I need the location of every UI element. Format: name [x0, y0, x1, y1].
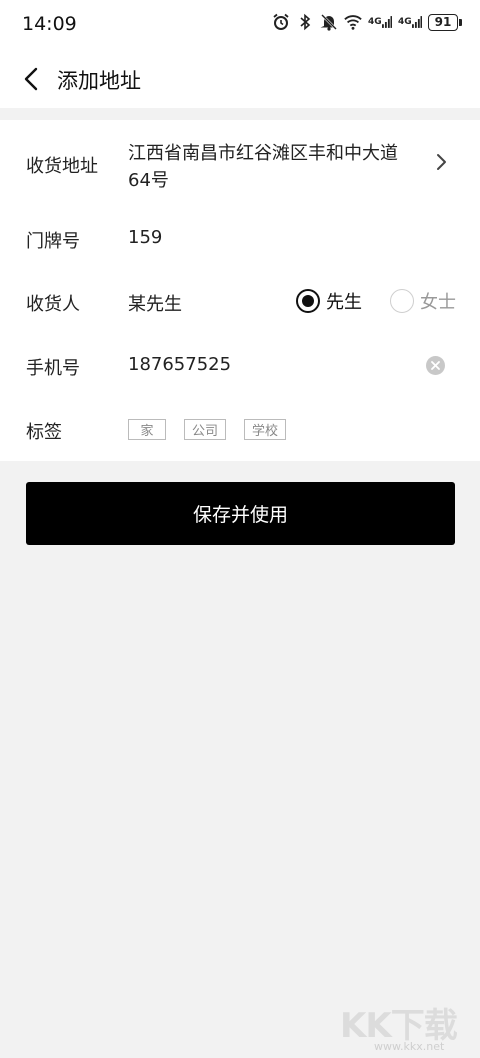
radio-unselected-icon: [390, 289, 414, 313]
status-icons: 4G 4G 91: [272, 13, 462, 31]
signal-label: 4G: [368, 17, 382, 27]
door-number-row: 门牌号 159: [0, 225, 480, 255]
radio-option-ms[interactable]: 女士: [390, 288, 456, 314]
section-divider: [0, 108, 480, 120]
address-label: 收货地址: [26, 156, 98, 177]
recipient-name-field[interactable]: 某先生: [128, 290, 182, 316]
phone-row: 手机号 187657525: [0, 352, 480, 382]
page-title: 添加地址: [57, 69, 141, 93]
radio-selected-icon: [296, 289, 320, 313]
tag-school[interactable]: 学校: [244, 419, 287, 440]
status-bar: 14:09 4G 4G 91: [0, 0, 480, 50]
mute-icon: [320, 13, 338, 31]
chevron-right-icon[interactable]: [432, 152, 450, 172]
watermark-url: www.kkx.net: [374, 1040, 445, 1053]
tag-list: 家 公司 学校: [128, 419, 304, 440]
radio-label-ms: 女士: [420, 292, 456, 313]
status-time: 14:09: [22, 13, 77, 35]
save-and-use-button[interactable]: 保存并使用: [26, 482, 455, 545]
recipient-label: 收货人: [26, 294, 80, 315]
radio-option-mr[interactable]: 先生: [296, 288, 362, 314]
tag-company[interactable]: 公司: [184, 419, 227, 440]
door-number-field[interactable]: 159: [128, 227, 162, 248]
tags-label: 标签: [26, 422, 62, 443]
radio-label-mr: 先生: [326, 292, 362, 313]
door-number-label: 门牌号: [26, 231, 80, 252]
close-icon: [431, 361, 440, 370]
signal-icon: 4G: [368, 13, 392, 31]
header: 添加地址: [0, 50, 480, 108]
watermark: KK下载 www.kkx.net: [338, 996, 472, 1056]
tag-home[interactable]: 家: [128, 419, 166, 440]
address-value[interactable]: 江西省南昌市红谷滩区丰和中大道64号: [128, 140, 418, 194]
address-row[interactable]: 收货地址 江西省南昌市红谷滩区丰和中大道64号: [0, 140, 480, 200]
signal-label: 4G: [398, 17, 412, 27]
bluetooth-icon: [296, 13, 314, 31]
wifi-icon: [344, 13, 362, 31]
back-button[interactable]: [14, 62, 48, 96]
signal-icon: 4G: [398, 13, 422, 31]
battery-indicator: 91: [428, 13, 462, 31]
chevron-left-icon: [24, 67, 38, 91]
clear-phone-button[interactable]: [426, 356, 445, 375]
address-form: 收货地址 江西省南昌市红谷滩区丰和中大道64号 门牌号 159 收货人 某先生 …: [0, 120, 480, 461]
tags-row: 标签 家 公司 学校: [0, 417, 480, 445]
gender-radio-group: 先生 女士: [296, 288, 456, 314]
phone-field[interactable]: 187657525: [128, 354, 231, 375]
phone-label: 手机号: [26, 358, 80, 379]
recipient-row: 收货人 某先生 先生 女士: [0, 288, 480, 318]
alarm-icon: [272, 13, 290, 31]
